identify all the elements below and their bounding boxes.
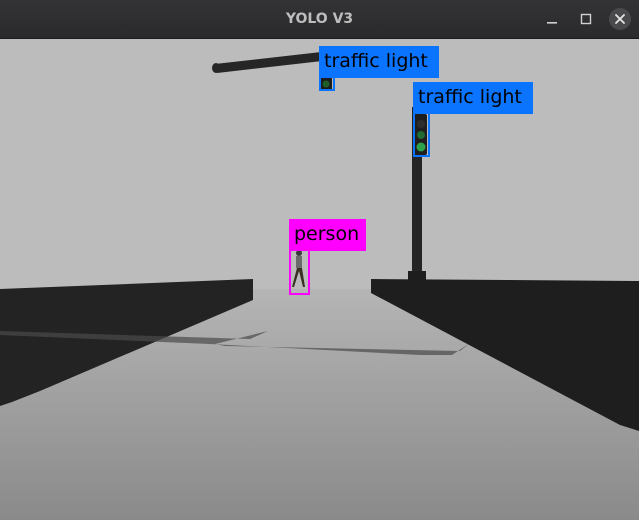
person-box bbox=[289, 248, 310, 295]
person-label: person bbox=[289, 219, 366, 251]
traffic-light-box-2 bbox=[413, 110, 430, 157]
app-window: YOLO V3 traffic light traffic light pers… bbox=[0, 0, 639, 520]
arm-cap bbox=[212, 63, 220, 73]
traffic-light-label-1: traffic light bbox=[319, 46, 439, 78]
detection-view: traffic light traffic light person bbox=[0, 39, 639, 520]
pole-base bbox=[408, 271, 426, 280]
maximize-icon bbox=[580, 13, 592, 25]
minimize-icon bbox=[547, 22, 557, 24]
traffic-light-label-2: traffic light bbox=[413, 82, 533, 114]
title-bar[interactable]: YOLO V3 bbox=[0, 0, 639, 39]
close-icon bbox=[615, 14, 625, 24]
scene-image bbox=[0, 39, 639, 520]
minimize-button[interactable] bbox=[541, 8, 563, 30]
close-button[interactable] bbox=[609, 8, 631, 30]
maximize-button[interactable] bbox=[575, 8, 597, 30]
